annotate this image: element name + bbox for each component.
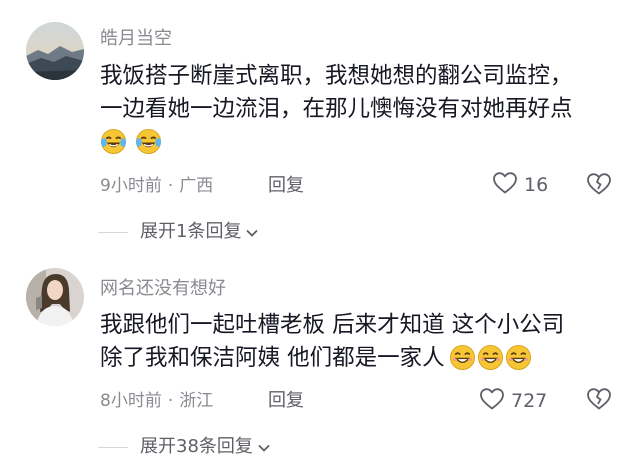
separator: · — [167, 176, 174, 196]
expand-replies-label: 展开38条回复 — [140, 436, 253, 457]
comment-line: 除了我和保洁阿姨 他们都是一家人 — [100, 342, 564, 381]
comment-time: 9小时前 — [100, 176, 162, 196]
like-count: 16 — [524, 174, 549, 196]
avatar[interactable] — [26, 22, 84, 80]
comment-item: 网名还没有想好 我跟他们一起吐槽老板 后来才知道 这个小公司 除了我和保洁阿姨 … — [0, 250, 640, 459]
comment-location: 广西 — [179, 176, 214, 196]
expand-replies-label: 展开1条回复 — [140, 221, 242, 242]
grin-emoji — [449, 344, 476, 371]
emoji-row — [449, 344, 533, 381]
comment-line: 我饭搭子断崖式离职，我想她想的翻公司监控， — [100, 63, 573, 89]
laughing-crying-emoji — [135, 128, 162, 155]
divider-line — [98, 446, 128, 448]
divider-line — [98, 231, 128, 233]
comment-text: 我饭搭子断崖式离职，我想她想的翻公司监控， 一边看她一边流泪，在那儿懊悔没有对她… — [100, 60, 573, 165]
reply-button[interactable]: 回复 — [268, 389, 304, 413]
comment-line: 我跟他们一起吐槽老板 后来才知道 这个小公司 — [100, 312, 565, 338]
expand-replies-button[interactable]: 展开38条回复 — [98, 435, 271, 459]
comment-line-text: 除了我和保洁阿姨 他们都是一家人 — [100, 345, 445, 371]
chevron-down-icon — [257, 438, 271, 457]
chevron-down-icon — [245, 223, 259, 242]
broken-heart-icon — [586, 388, 612, 415]
like-button[interactable]: 16 — [492, 171, 548, 199]
heart-outline-icon — [479, 387, 505, 415]
comment-item: 皓月当空 我饭搭子断崖式离职，我想她想的翻公司监控， 一边看她一边流泪，在那儿懊… — [0, 0, 640, 250]
comment-meta: 8小时前 · 浙江 — [100, 389, 213, 413]
heart-outline-icon — [492, 171, 518, 199]
separator: · — [167, 391, 174, 411]
grin-emoji — [477, 344, 504, 371]
broken-heart-icon — [586, 173, 612, 200]
emoji-row — [100, 128, 163, 165]
comment-text: 我跟他们一起吐槽老板 后来才知道 这个小公司 除了我和保洁阿姨 他们都是一家人 — [100, 309, 564, 381]
dislike-button[interactable] — [586, 172, 612, 200]
comment-time: 8小时前 — [100, 391, 162, 411]
dislike-button[interactable] — [586, 387, 612, 415]
reply-button[interactable]: 回复 — [268, 174, 304, 198]
laughing-crying-emoji — [100, 128, 127, 155]
avatar[interactable] — [26, 268, 84, 326]
comment-meta: 9小时前 · 广西 — [100, 174, 213, 198]
username[interactable]: 网名还没有想好 — [100, 278, 226, 300]
like-button[interactable]: 727 — [479, 387, 547, 415]
username[interactable]: 皓月当空 — [100, 28, 172, 50]
like-count: 727 — [511, 390, 548, 412]
expand-replies-button[interactable]: 展开1条回复 — [98, 220, 259, 244]
comment-location: 浙江 — [179, 391, 214, 411]
comment-line: 一边看她一边流泪，在那儿懊悔没有对她再好点 — [100, 96, 573, 122]
grin-emoji — [505, 344, 532, 371]
